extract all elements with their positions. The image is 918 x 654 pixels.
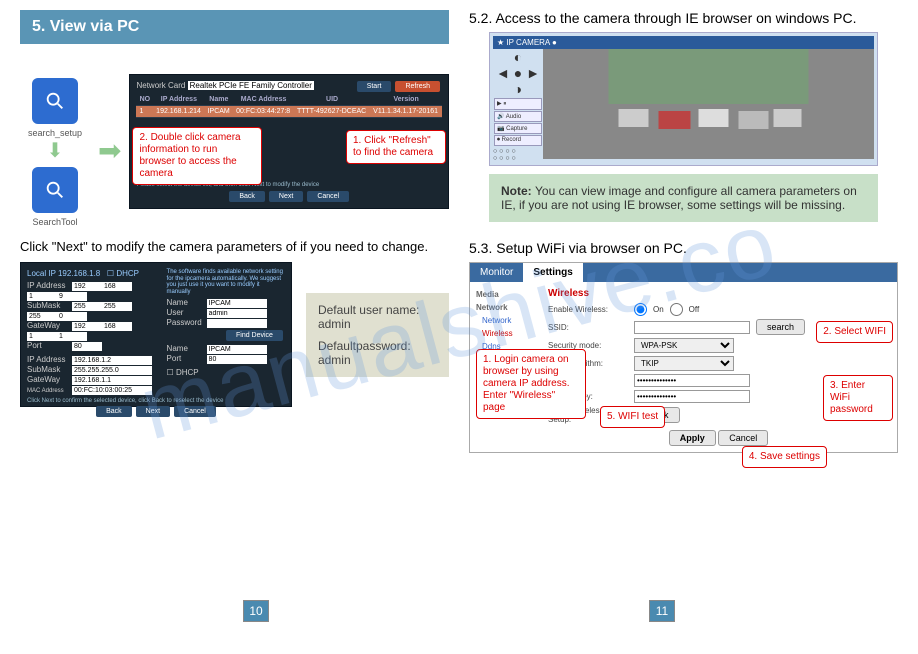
camera-table: NOIP AddressNameMAC AddressUIDVersion 11… <box>136 94 442 118</box>
search-setup-icon[interactable] <box>32 78 78 124</box>
ssid-input[interactable] <box>634 321 750 334</box>
search-tool-icon[interactable] <box>32 167 78 213</box>
page-number-right: 11 <box>649 600 675 622</box>
arrow-right-icon: ➡ <box>98 134 121 167</box>
enable-on-radio[interactable] <box>634 303 647 316</box>
camera-video <box>543 49 874 159</box>
wifi-callout-4: 4. Save settings <box>742 446 827 468</box>
ie-browser-panel: ★ IP CAMERA ● ◐◄ ● ►◑ ▶ ⏸ 🔊 Audio 📷 Capt… <box>489 32 878 166</box>
search-setup-label: search_setup <box>20 128 90 138</box>
wpa-algorithm-select[interactable]: TKIP <box>634 356 734 371</box>
search-button[interactable]: search <box>756 319 805 335</box>
enable-off-radio[interactable] <box>670 303 683 316</box>
callout-doubleclick: 2. Double click camera information to ru… <box>132 127 262 185</box>
callout-refresh: 1. Click "Refresh" to find the camera <box>346 130 446 164</box>
refresh-button[interactable]: Refresh <box>395 81 440 92</box>
rekey-input[interactable] <box>634 390 750 403</box>
credentials-note: Default user name: admin Defaultpassword… <box>306 293 449 377</box>
page-number-left: 10 <box>243 600 269 622</box>
body-text: Click "Next" to modify the camera parame… <box>20 239 449 254</box>
start-button[interactable]: Start <box>357 81 392 92</box>
security-mode-select[interactable]: WPA-PSK <box>634 338 734 353</box>
sidebar-item-network[interactable]: Network <box>476 314 534 327</box>
find-device-button[interactable]: Find Device <box>226 330 283 341</box>
cancel-button[interactable]: Cancel <box>307 191 349 202</box>
ip-field[interactable] <box>72 282 102 291</box>
back-button[interactable]: Back <box>229 191 265 202</box>
cancel-button[interactable]: Cancel <box>718 430 768 446</box>
section-header: 5. View via PC <box>20 10 449 44</box>
key-input[interactable] <box>634 374 750 387</box>
wifi-callout-2: 2. Select WIFI <box>816 321 893 343</box>
left-page: 5. View via PC search_setup ⬇ SearchTool… <box>20 10 449 590</box>
camera-list-panel: Network Card Realtek PCIe FE Family Cont… <box>129 74 449 209</box>
tab-settings[interactable]: Settings <box>523 263 582 282</box>
right-page: 5.2. Access to the camera through IE bro… <box>469 10 898 590</box>
wifi-callout-3: 3. Enter WiFi password <box>823 375 893 421</box>
wifi-callout-1: 1. Login camera on browser by using came… <box>476 349 586 419</box>
sidebar-item-wireless[interactable]: Wireless <box>476 327 534 340</box>
table-row[interactable]: 1192.168.1.214IPCAM00:FC:03:44:27:8TTTT-… <box>136 106 442 118</box>
note-box: Note: You can view image and configure a… <box>489 174 878 222</box>
tab-monitor[interactable]: Monitor <box>470 263 523 282</box>
wifi-settings-panel: MonitorSettings Media Network Network Wi… <box>469 262 898 453</box>
apply-button[interactable]: Apply <box>669 430 716 446</box>
search-tool-label: SearchTool <box>20 217 90 227</box>
subsection-52: 5.2. Access to the camera through IE bro… <box>469 10 898 26</box>
wireless-heading: Wireless <box>548 288 889 299</box>
subsection-53: 5.3. Setup WiFi via browser on PC. <box>469 240 898 256</box>
next-button[interactable]: Next <box>269 191 303 202</box>
arrow-down-icon: ⬇ <box>20 138 90 163</box>
wifi-callout-5: 5. WIFI test <box>600 406 665 428</box>
ip-config-panel: Local IP 192.168.1.8 ☐ DHCP IP Address S… <box>20 262 292 407</box>
